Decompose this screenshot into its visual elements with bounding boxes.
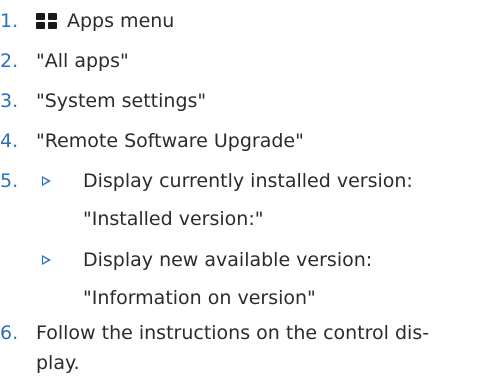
bullet-text: "Information on version" — [83, 287, 316, 309]
step-number: 1. — [0, 10, 19, 32]
step-text: "All apps" — [36, 50, 129, 72]
step-1: 1. Apps menu — [0, 6, 481, 36]
bullet-text: "Installed version:" — [83, 208, 264, 230]
bullet-text: Display currently installed version: — [83, 170, 413, 192]
step-text: Apps menu — [36, 6, 174, 36]
step-5: 5. Display currently installed version: — [0, 166, 481, 196]
apps-menu-label: Apps menu — [67, 10, 175, 32]
step-5-bullet-1-line-2: "Installed version:" — [0, 204, 481, 234]
step-text: play. — [36, 352, 80, 374]
step-number: 5. — [0, 170, 19, 192]
step-number: 3. — [0, 90, 19, 112]
step-2: 2. "All apps" — [0, 46, 481, 76]
bullet-text: Display new available version: — [83, 249, 373, 271]
step-text: "System settings" — [36, 90, 207, 112]
step-3: 3. "System settings" — [0, 86, 481, 116]
apps-grid-icon — [36, 13, 57, 29]
step-text: "Remote Software Upgrade" — [36, 130, 304, 152]
step-6-line-2: play. — [0, 348, 481, 378]
step-number: 6. — [0, 322, 19, 344]
step-6: 6. Follow the instructions on the contro… — [0, 318, 481, 348]
step-5-bullet-2-line-2: "Information on version" — [0, 283, 481, 313]
step-number: 4. — [0, 130, 19, 152]
triangle-bullet-icon — [42, 255, 51, 265]
step-5-bullet-2: Display new available version: — [0, 245, 481, 275]
step-number: 2. — [0, 50, 19, 72]
step-4: 4. "Remote Software Upgrade" — [0, 126, 481, 156]
triangle-bullet-icon — [42, 176, 51, 186]
step-text: Follow the instructions on the control d… — [36, 322, 430, 344]
